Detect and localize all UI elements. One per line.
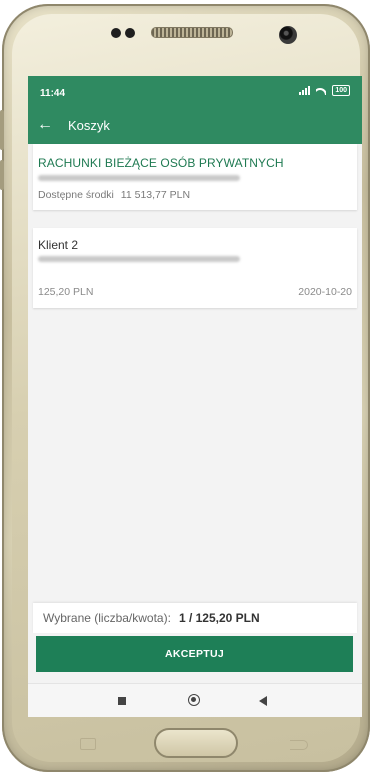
recent-apps-icon[interactable]	[118, 697, 126, 705]
client-name: Klient 2	[38, 238, 79, 252]
status-time: 11:44	[40, 88, 66, 99]
hardware-home-button	[154, 728, 238, 758]
hardware-back-icon	[290, 740, 308, 750]
summary-label: Wybrane (liczba/kwota):	[43, 611, 171, 625]
front-camera	[279, 26, 297, 44]
battery-icon: 100	[332, 85, 350, 96]
available-funds-amount: 11 513,77 PLN	[120, 189, 191, 201]
accept-button[interactable]: AKCEPTUJ	[36, 636, 353, 672]
hardware-recent-icon	[80, 738, 96, 750]
signal-icon	[299, 86, 311, 95]
client-account-blurred	[38, 256, 240, 262]
android-nav-bar	[28, 683, 362, 717]
wifi-icon	[316, 87, 327, 95]
transfer-amount: 125,20 PLN	[38, 286, 94, 298]
available-funds: Dostępne środki 11 513,77 PLN	[38, 189, 190, 201]
transfer-date: 2020-10-20	[298, 286, 352, 298]
summary-value: 1 / 125,20 PLN	[178, 611, 260, 625]
back-triangle-icon[interactable]	[259, 696, 267, 706]
account-title: RACHUNKI BIEŻĄCE OSÓB PRYWATNYCH	[38, 156, 284, 170]
account-number-blurred	[38, 175, 240, 181]
sensor-dot	[111, 28, 121, 38]
home-icon[interactable]	[188, 694, 200, 706]
available-funds-label: Dostępne środki	[38, 189, 114, 201]
bixby-button	[0, 160, 4, 190]
page-title: Koszyk	[68, 117, 110, 133]
account-card: RACHUNKI BIEŻĄCE OSÓB PRYWATNYCH Dostępn…	[33, 144, 357, 210]
volume-button	[0, 110, 4, 150]
sensor-dot	[125, 28, 135, 38]
status-bar: 11:44 100	[28, 76, 362, 106]
back-arrow-icon[interactable]: ←	[28, 106, 62, 144]
cart-item[interactable]: Klient 2 125,20 PLN 2020-10-20	[33, 228, 357, 308]
status-icons: 100	[299, 85, 350, 96]
app-screen: 11:44 100 ← Koszyk RACHUNKI BIEŻĄCE OSÓB…	[28, 76, 362, 717]
selection-summary: Wybrane (liczba/kwota): 1 / 125,20 PLN	[33, 603, 357, 633]
earpiece-speaker	[151, 27, 233, 38]
app-bar: ← Koszyk	[28, 106, 362, 144]
